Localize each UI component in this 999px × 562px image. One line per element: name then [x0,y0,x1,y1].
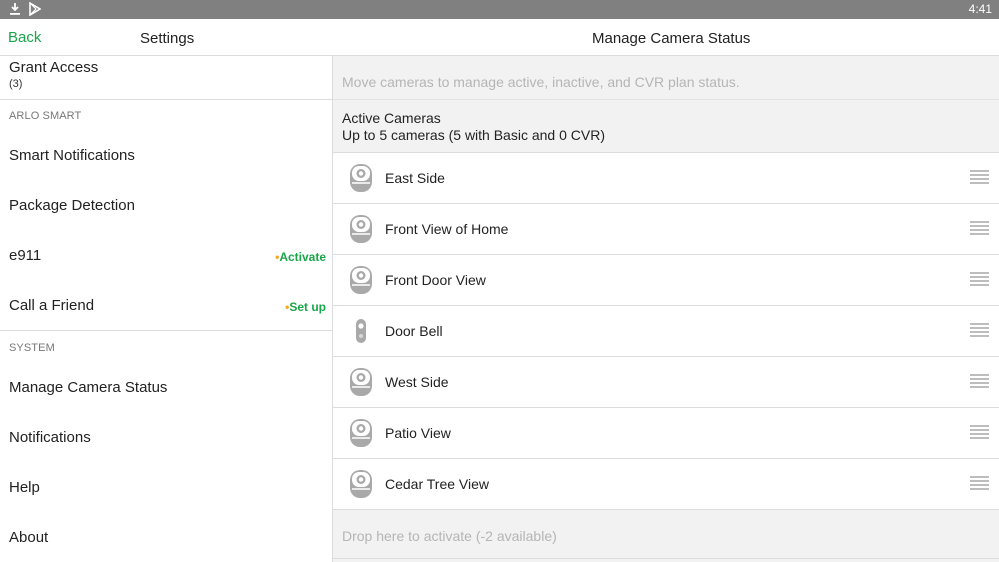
camera-name: West Side [385,374,449,390]
camera-name: Patio View [385,425,451,441]
status-bar: 4:41 [0,0,999,19]
menu-item-e911[interactable]: e911 •Activate [0,231,332,281]
menu-item-label: Package Detection [9,197,135,214]
menu-item-label: Call a Friend [9,297,95,314]
camera-row[interactable]: Front View of Home [333,203,999,254]
divider [0,330,332,331]
play-store-icon [29,2,41,16]
page-title: Manage Camera Status [592,30,751,47]
camera-row[interactable]: Cedar Tree View [333,458,999,509]
doorbell-icon [349,316,373,346]
drag-handle-icon[interactable] [970,323,989,337]
drop-zone-text: Drop here to activate (-2 available) [342,528,557,544]
menu-item-manage-camera-status[interactable]: Manage Camera Status [0,363,332,413]
camera-row[interactable]: East Side [333,152,999,203]
camera-row[interactable]: Front Door View [333,254,999,305]
grant-access-label: Grant Access [9,59,99,76]
status-clock: 4:41 [968,2,992,16]
camera-icon [349,418,373,448]
drag-handle-icon[interactable] [970,476,989,490]
set-up-button[interactable]: •Set up [285,300,326,314]
menu-item-package-detection[interactable]: Package Detection [0,181,332,231]
settings-menu: Grant Access (3) ARLO SMART Smart Notifi… [0,56,333,562]
section-header-system: SYSTEM [9,342,55,354]
menu-item-label: Help [9,479,40,496]
camera-name: Door Bell [385,323,443,339]
activate-button[interactable]: •Activate [275,250,326,264]
camera-name: Front View of Home [385,221,509,237]
manage-camera-status-panel: Move cameras to manage active, inactive,… [333,56,999,562]
instructions-text: Move cameras to manage active, inactive,… [342,74,740,90]
download-icon [9,2,21,16]
drag-handle-icon[interactable] [970,221,989,235]
menu-item-label: About [9,529,49,546]
grant-access-count: (3) [9,78,23,90]
back-button[interactable]: Back [8,29,41,46]
camera-name: Front Door View [385,272,486,288]
drag-handle-icon[interactable] [970,425,989,439]
camera-row[interactable]: Patio View [333,407,999,458]
camera-icon [349,163,373,193]
camera-row[interactable]: Door Bell [333,305,999,356]
settings-title: Settings [140,30,195,47]
active-cameras-subtitle: Up to 5 cameras (5 with Basic and 0 CVR) [342,127,605,143]
menu-item-smart-notifications[interactable]: Smart Notifications [0,131,332,181]
menu-item-label: Notifications [9,429,91,446]
menu-item-help[interactable]: Help [0,463,332,513]
section-header-arlo-smart: ARLO SMART [9,110,82,122]
activate-drop-zone[interactable]: Drop here to activate (-2 available) [333,509,999,559]
camera-name: East Side [385,170,445,186]
menu-item-about[interactable]: About [0,513,332,562]
camera-icon [349,367,373,397]
grant-access-item[interactable]: Grant Access (3) [0,56,332,100]
menu-item-label: Manage Camera Status [9,379,168,396]
menu-item-call-a-friend[interactable]: Call a Friend •Set up [0,281,332,331]
drag-handle-icon[interactable] [970,170,989,184]
camera-icon [349,265,373,295]
menu-item-notifications[interactable]: Notifications [0,413,332,463]
drag-handle-icon[interactable] [970,374,989,388]
active-cameras-title: Active Cameras [342,110,441,126]
camera-name: Cedar Tree View [385,476,490,492]
menu-item-label: e911 [9,247,42,264]
camera-icon [349,469,373,499]
drag-handle-icon[interactable] [970,272,989,286]
camera-icon [349,214,373,244]
top-bar: Back Settings Manage Camera Status [0,19,999,56]
active-cameras-header: Active Cameras Up to 5 cameras (5 with B… [333,99,999,152]
menu-item-label: Smart Notifications [9,147,135,164]
camera-row[interactable]: West Side [333,356,999,407]
instructions: Move cameras to manage active, inactive,… [333,56,999,99]
